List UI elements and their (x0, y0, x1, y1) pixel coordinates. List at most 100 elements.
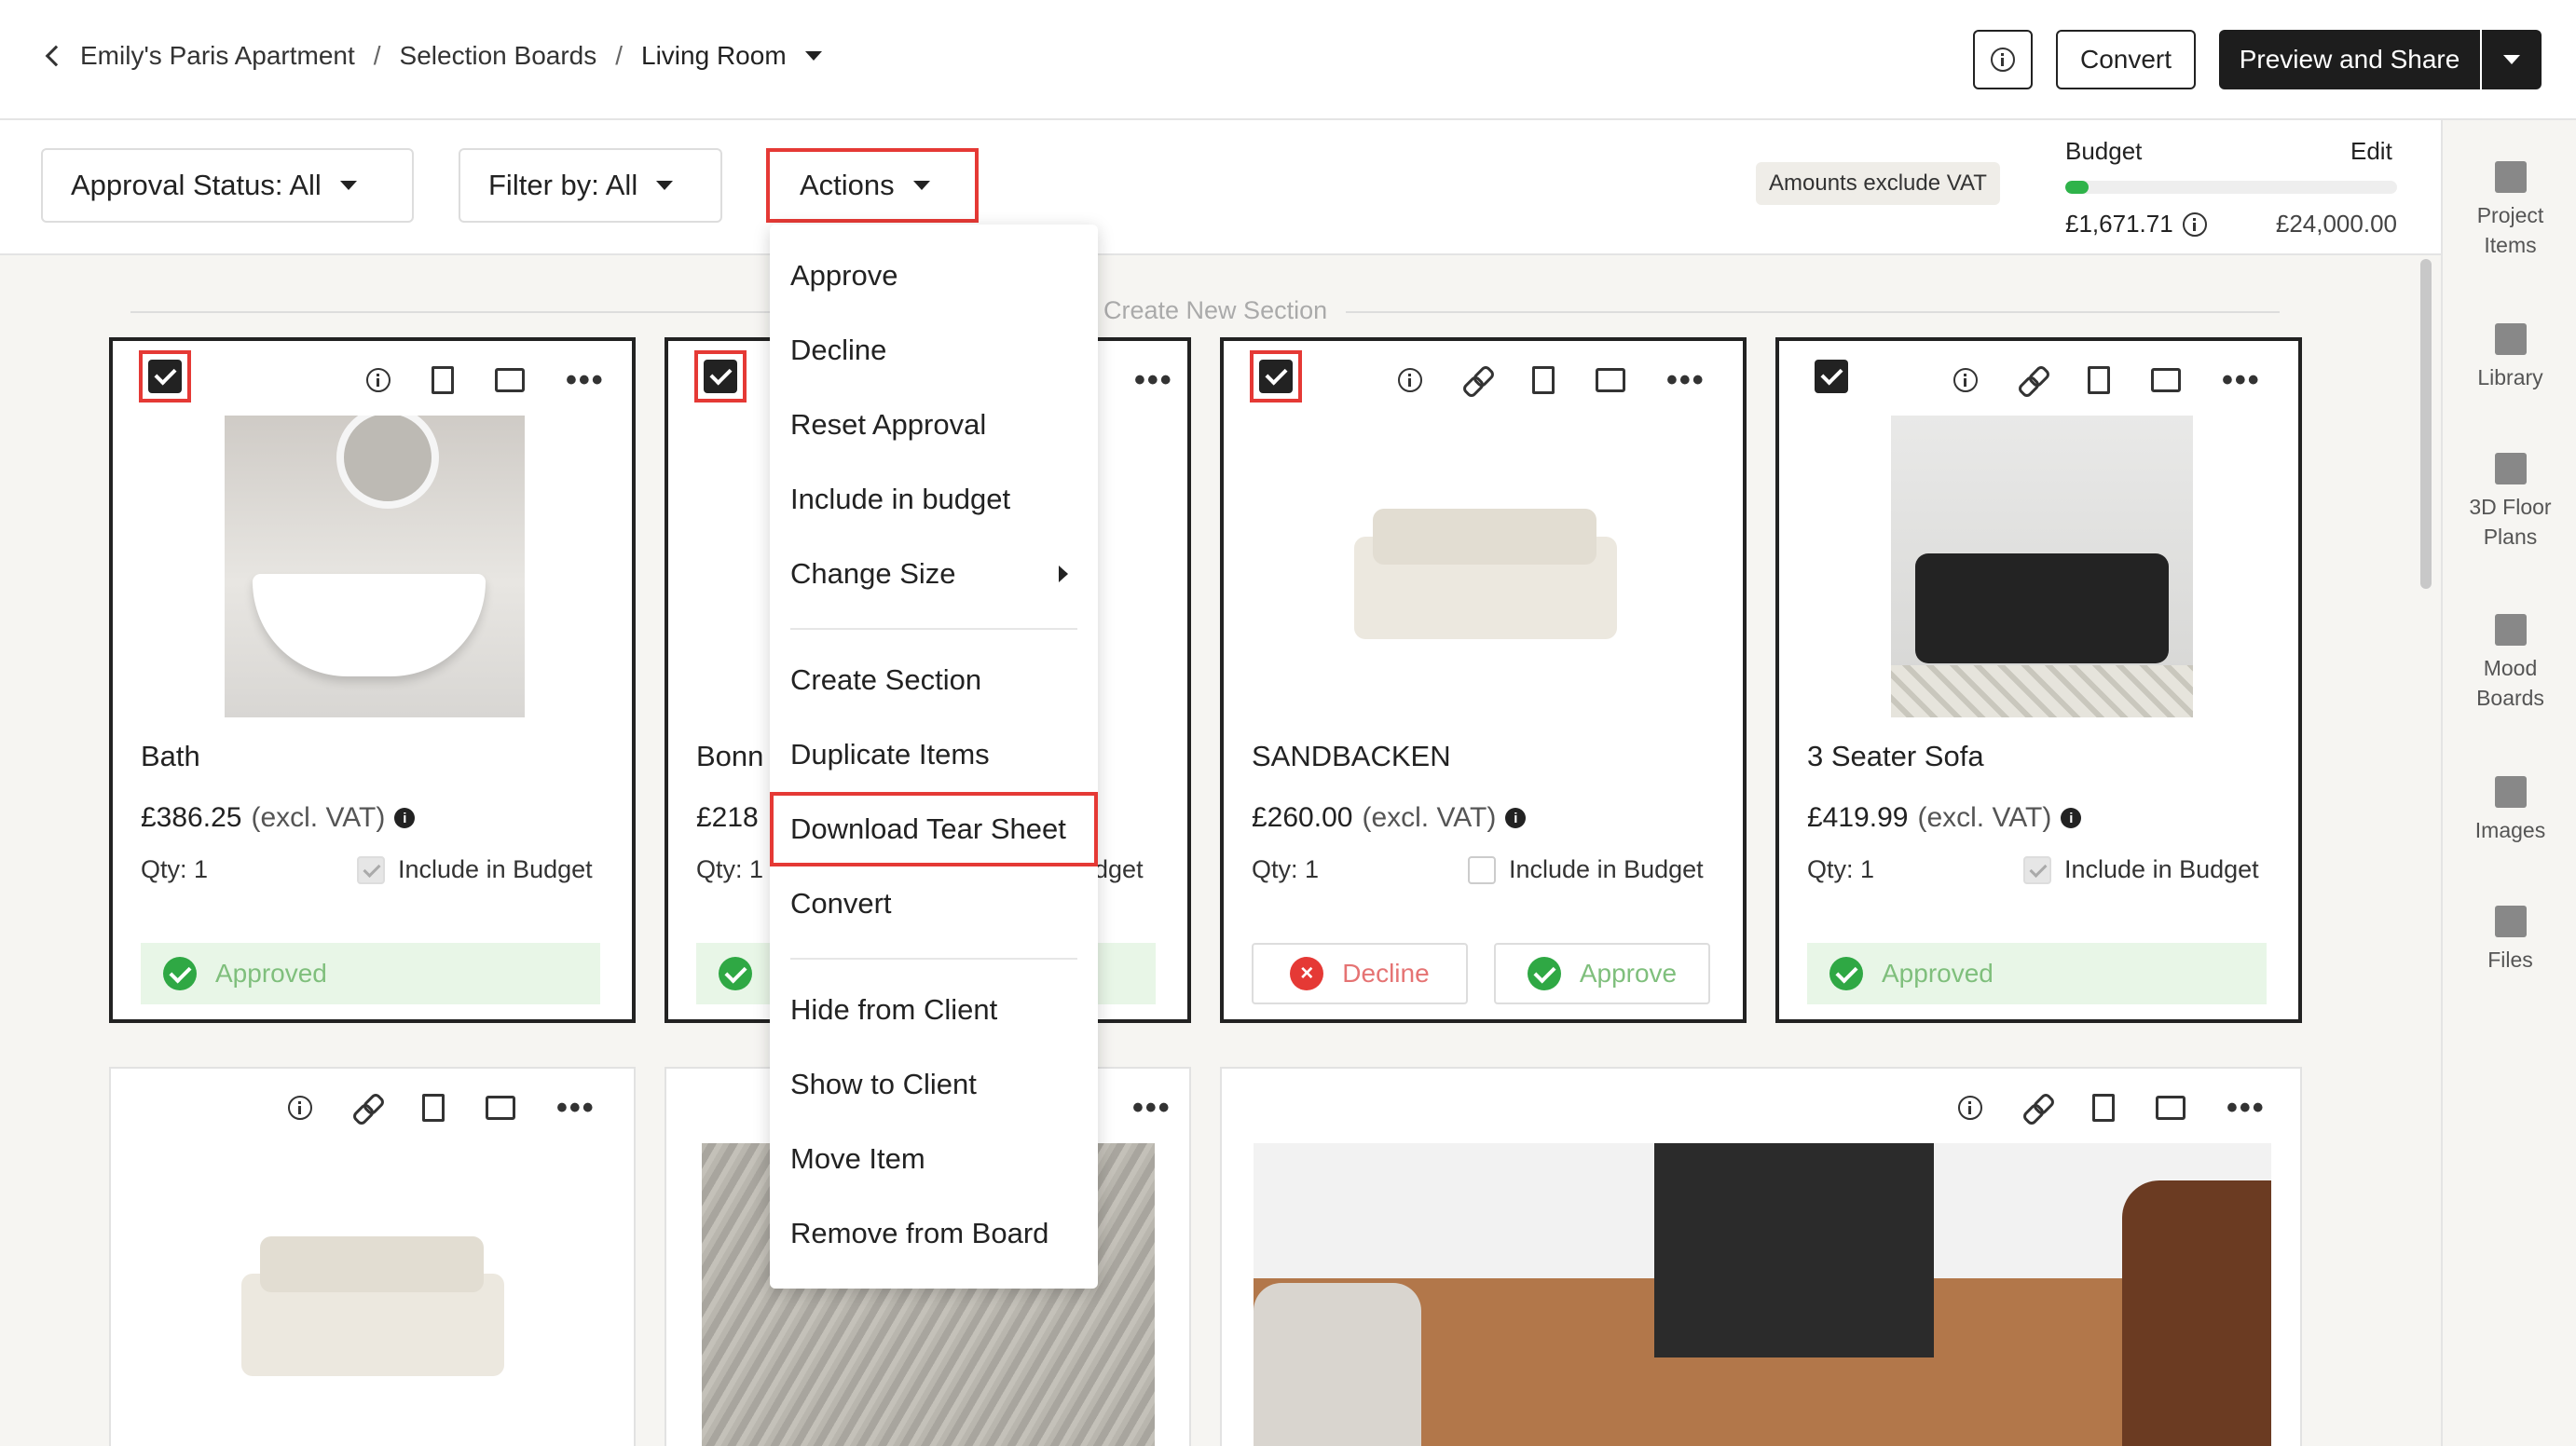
more-icon[interactable]: ••• (1666, 364, 1706, 396)
include-in-budget[interactable]: Include in Budget (357, 855, 593, 884)
item-select-checkbox[interactable] (139, 350, 191, 402)
info-icon[interactable] (2182, 211, 2207, 237)
info-icon[interactable]: i (2061, 808, 2082, 828)
comment-icon[interactable] (486, 1096, 515, 1120)
menu-item-show-to-client[interactable]: Show to Client (770, 1047, 1098, 1122)
close-circle-icon: × (1290, 957, 1324, 990)
document-icon[interactable] (1532, 366, 1555, 394)
menu-item-approve[interactable]: Approve (770, 239, 1098, 313)
decline-label: Decline (1342, 959, 1430, 988)
more-icon[interactable]: ••• (2222, 364, 2261, 396)
comment-icon[interactable] (2151, 368, 2181, 392)
sidebar-item-mood-boards[interactable]: Mood Boards (2443, 614, 2576, 713)
more-icon[interactable]: ••• (1132, 1092, 1172, 1124)
scrollbar[interactable] (2420, 259, 2432, 589)
include-label: Include in Budget (1509, 855, 1704, 883)
preview-dropdown-button[interactable] (2482, 30, 2542, 89)
sidebar-item-project-items[interactable]: Project Items (2443, 161, 2576, 260)
sidebar-item-label: Files (2487, 948, 2533, 972)
item-card[interactable]: ••• SANDBACKEN £260.00 (excl. VAT) i Qty… (1220, 337, 1747, 1023)
sidebar-item-label: Plans (2483, 525, 2538, 549)
status-label: Approved (1882, 959, 1994, 988)
item-image (1891, 416, 2193, 717)
approve-button[interactable]: Approve (1494, 943, 1710, 1004)
menu-item-duplicate-items[interactable]: Duplicate Items (770, 717, 1098, 792)
more-icon[interactable]: ••• (556, 1092, 596, 1124)
approval-status-dropdown[interactable]: Approval Status: All (41, 148, 414, 223)
back-chevron-icon[interactable] (45, 45, 67, 67)
item-card[interactable]: ••• 3 Seater Sofa £419.99 (excl. VAT) i … (1775, 337, 2302, 1023)
document-icon[interactable] (2092, 1094, 2115, 1122)
sidebar-item-3d-floor-plans[interactable]: 3D Floor Plans (2443, 453, 2576, 552)
menu-item-include-in-budget[interactable]: Include in budget (770, 462, 1098, 537)
filter-by-dropdown[interactable]: Filter by: All (459, 148, 722, 223)
comment-icon[interactable] (2156, 1096, 2185, 1120)
include-checkbox[interactable] (2023, 855, 2051, 884)
item-select-checkbox[interactable] (1805, 350, 1857, 402)
info-icon[interactable] (288, 1096, 312, 1120)
actions-dropdown[interactable]: Actions (766, 148, 979, 223)
comment-icon[interactable] (495, 368, 525, 392)
item-card[interactable]: ••• Bath £386.25 (excl. VAT) i Qty: 1 In… (109, 337, 636, 1023)
info-icon[interactable]: i (394, 808, 416, 828)
vat-badge: Amounts exclude VAT (1756, 162, 2000, 205)
menu-item-download-tear-sheet[interactable]: Download Tear Sheet (770, 792, 1098, 866)
link-icon[interactable] (1463, 366, 1491, 394)
item-price-value: £386.25 (141, 802, 242, 833)
decline-button[interactable]: × Decline (1252, 943, 1468, 1004)
item-select-checkbox[interactable] (1250, 350, 1302, 402)
checkbox-checked-icon (1815, 360, 1848, 393)
breadcrumb-current[interactable]: Living Room (641, 41, 787, 71)
preview-and-share-button[interactable]: Preview and Share (2219, 30, 2480, 89)
link-icon[interactable] (2023, 1094, 2051, 1122)
info-icon[interactable] (1958, 1096, 1982, 1120)
sidebar-item-library[interactable]: Library (2443, 323, 2576, 392)
more-icon[interactable]: ••• (566, 364, 605, 396)
item-price-value: £218 (696, 802, 759, 833)
approved-status: Approved (141, 943, 600, 1004)
item-card[interactable]: ••• (1220, 1067, 2302, 1446)
include-in-budget[interactable]: Include in Budget (2023, 855, 2259, 884)
document-icon[interactable] (2088, 366, 2110, 394)
sidebar-item-files[interactable]: Files (2443, 906, 2576, 975)
check-circle-icon (1829, 957, 1863, 990)
create-new-section-link[interactable]: Create New Section (1085, 296, 1347, 325)
link-icon[interactable] (353, 1094, 381, 1122)
sidebar-item-images[interactable]: Images (2443, 776, 2576, 845)
menu-item-convert[interactable]: Convert (770, 866, 1098, 941)
include-checkbox[interactable] (357, 855, 385, 884)
menu-item-reset-approval[interactable]: Reset Approval (770, 388, 1098, 462)
info-icon[interactable] (1398, 368, 1422, 392)
right-sidebar: Project Items Library 3D Floor Plans Moo… (2441, 120, 2576, 1446)
board-dropdown-caret-icon[interactable] (804, 51, 822, 61)
include-checkbox[interactable] (1468, 855, 1496, 884)
convert-button[interactable]: Convert (2056, 30, 2196, 89)
include-in-budget[interactable]: Include in Budget (1468, 855, 1704, 884)
menu-item-decline[interactable]: Decline (770, 313, 1098, 388)
menu-item-move-item[interactable]: Move Item (770, 1122, 1098, 1196)
more-icon[interactable]: ••• (1134, 364, 1173, 396)
comment-icon[interactable] (1596, 368, 1625, 392)
breadcrumb-project[interactable]: Emily's Paris Apartment (80, 41, 355, 71)
menu-item-remove-from-board[interactable]: Remove from Board (770, 1196, 1098, 1271)
budget-edit-link[interactable]: Edit (2350, 137, 2392, 166)
menu-item-hide-from-client[interactable]: Hide from Client (770, 973, 1098, 1047)
item-select-checkbox[interactable] (694, 350, 747, 402)
menu-item-change-size[interactable]: Change Size (770, 537, 1098, 611)
breadcrumb-section[interactable]: Selection Boards (400, 41, 597, 71)
card-toolbar: ••• (1398, 362, 1706, 399)
menu-item-create-section[interactable]: Create Section (770, 643, 1098, 717)
item-qty: Qty: 1 (696, 855, 764, 883)
item-title: SANDBACKEN (1252, 740, 1451, 772)
chevron-down-icon (2503, 55, 2520, 64)
info-button[interactable] (1973, 30, 2033, 89)
checkbox-checked-icon (1259, 360, 1293, 393)
document-icon[interactable] (422, 1094, 445, 1122)
item-card[interactable]: ••• (109, 1067, 636, 1446)
info-icon[interactable] (1953, 368, 1978, 392)
more-icon[interactable]: ••• (2227, 1092, 2266, 1124)
info-icon[interactable]: i (1505, 808, 1527, 828)
info-icon[interactable] (366, 368, 391, 392)
link-icon[interactable] (2019, 366, 2047, 394)
document-icon[interactable] (432, 366, 454, 394)
